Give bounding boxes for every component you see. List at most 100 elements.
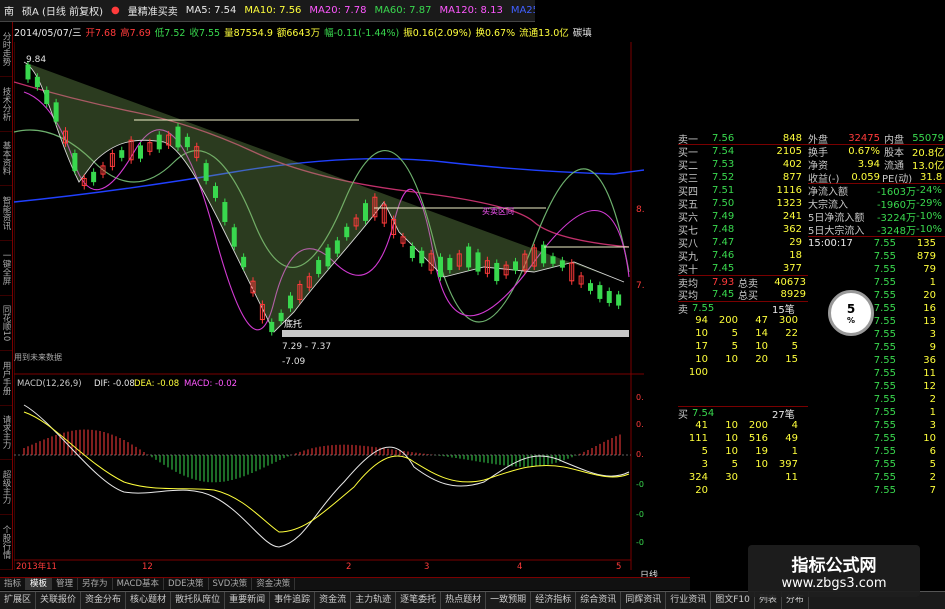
queue-cell: 10 [725,446,738,457]
left-tab-1[interactable]: 技术分析 [0,77,12,132]
status-tab-11[interactable]: 一致预期 [486,592,532,609]
tick-price: 7.55 [873,264,896,275]
status-tab-13[interactable]: 综合资讯 [576,592,622,609]
tick-row: 7.55 1 [808,406,945,419]
status-tab-9[interactable]: 逐笔委托 [396,592,442,609]
tick-list[interactable]: 15:00:17 7.55 135 7.55 879 7.55 79 7.55 1 7.55 20 7… [808,237,945,497]
queue-cell: 15 [785,354,798,365]
queue-cell: 5 [731,341,738,352]
macd-axis-2: 0.10 [636,420,644,429]
status-tab-6[interactable]: 事件追踪 [270,592,316,609]
status-tab-3[interactable]: 核心题材 [126,592,172,609]
tick-price: 7.55 [873,459,896,470]
tick-vol: 2 [929,394,936,405]
kline-chart-svg[interactable]: 9.84 7.29 - 7.37 -7.09 用到未来数据 底托 买卖区间 8.… [13,42,657,572]
time-tick-3: 3 [424,562,429,570]
status-tab-5[interactable]: 重要新闻 [225,592,271,609]
candle-body [325,247,331,267]
order-book-panel: 卖一 7.56 848 买一 7.54 2105 买二 7.53 402 买三 7.52 877… [678,132,808,592]
sell1-price: 7.56 [712,132,735,144]
left-tab-5[interactable]: 同花顺10 [0,296,12,351]
candle-body [138,145,143,159]
macd-title: MACD(12,26,9) [17,379,82,389]
pe-value: 31.8 [920,171,943,183]
left-tab-4[interactable]: 一键全屏 [0,241,12,296]
earnings-value: 0.059 [851,171,880,183]
avg-buy-price: 7.45 [712,289,735,300]
indicator-tab-0[interactable]: 指标 [0,578,27,590]
status-tab-0[interactable]: 扩展区 [0,592,37,609]
buy-level-price: 7.47 [712,237,735,248]
status-tab-2[interactable]: 资金分布 [81,592,127,609]
status-tab-7[interactable]: 资金流 [315,592,352,609]
change-label: 幅-0.11(-1.44%) [324,28,400,39]
candle-body [334,240,340,254]
status-tab-8[interactable]: 主力轨迹 [351,592,397,609]
buy-level-price: 7.45 [712,263,735,274]
tick-vol: 12 [923,381,936,392]
macd-dea-line [23,411,630,533]
chart-area[interactable]: 9.84 7.29 - 7.37 -7.09 用到未来数据 底托 买卖区间 8.… [13,42,657,572]
buy-level-price: 7.50 [712,198,735,209]
tick-price: 7.55 [873,407,896,418]
buy-level-price: 7.49 [712,211,735,222]
status-tab-10[interactable]: 热点题材 [441,592,487,609]
date-label: 2014/05/07/三 [14,28,82,39]
indicator-tab-2[interactable]: 管理 [52,578,79,590]
indicator-tab-6[interactable]: SVD决策 [209,578,253,590]
left-tab-3[interactable]: 智能资讯 [0,186,12,242]
queue-cell: 200 [748,420,768,431]
indicator-tab-4[interactable]: MACD基本 [113,578,165,590]
time-tick-start: 2013年11 [16,561,57,570]
candle-body [213,186,218,198]
tick-row: 7.55 2 [808,471,945,484]
left-tab-0[interactable]: 分时走势 [0,22,12,77]
candle-body [475,252,481,272]
indicator-tab-7[interactable]: 资金决策 [252,578,296,590]
macd-axis-3: 0.00 [636,450,644,459]
status-tab-15[interactable]: 行业资讯 [666,592,712,609]
queue-cell: 3 [701,459,708,470]
tick-vol: 879 [916,251,936,262]
left-tab-9[interactable]: 个股行情 [0,515,12,570]
status-tab-1[interactable]: 关联报价 [36,592,82,609]
rating-label: 碳填 [572,28,592,39]
tick-vol: 9 [929,342,936,353]
status-tab-4[interactable]: 散托队席位 [171,592,226,609]
queue-row: 100 [678,366,808,379]
tick-time: 15:00:17 [808,238,853,249]
close-label: 收7.55 [189,28,221,39]
ma5-label: MA5: 7.54 [185,5,237,16]
low-label: 低7.52 [154,28,186,39]
candle-body [419,250,425,264]
queue-cell: 14 [755,328,768,339]
queue-row: 94 200 47 300 [678,314,808,327]
left-tab-7[interactable]: 请求主力 [0,406,12,461]
low-price-label: -7.09 [282,357,306,367]
tick-row: 7.55 879 [808,250,945,263]
battery-value: 5 [846,301,856,316]
buy-level-vol: 18 [789,250,802,261]
candle-body [241,256,247,268]
queue-cell: 47 [755,315,768,326]
flow-value: -3248万 [876,226,916,237]
tick-vol: 3 [929,329,936,340]
status-tab-12[interactable]: 经济指标 [531,592,577,609]
left-tab-6[interactable]: 用户手册 [0,351,12,406]
sell1-detail-count: 15笔 [772,304,795,316]
indicator-tab-5[interactable]: DDE决策 [164,578,209,590]
indicator-tab-1[interactable]: 模板 [26,578,53,590]
left-tab-2[interactable]: 基本资料 [0,132,12,187]
flow-pct: -10% [916,211,942,222]
tick-price: 7.55 [873,251,896,262]
status-tab-14[interactable]: 同辉资讯 [621,592,667,609]
signal-name: 量精准买卖 [127,7,178,18]
candle-body [588,283,593,291]
candle-body [344,226,350,238]
indicator-tab-3[interactable]: 另存为 [78,578,113,590]
queue-cell: 200 [718,315,738,326]
candle-body [222,202,228,222]
queue-cell: 20 [755,354,768,365]
candle-body [91,171,97,183]
left-tab-8[interactable]: 超级主力 [0,460,12,516]
